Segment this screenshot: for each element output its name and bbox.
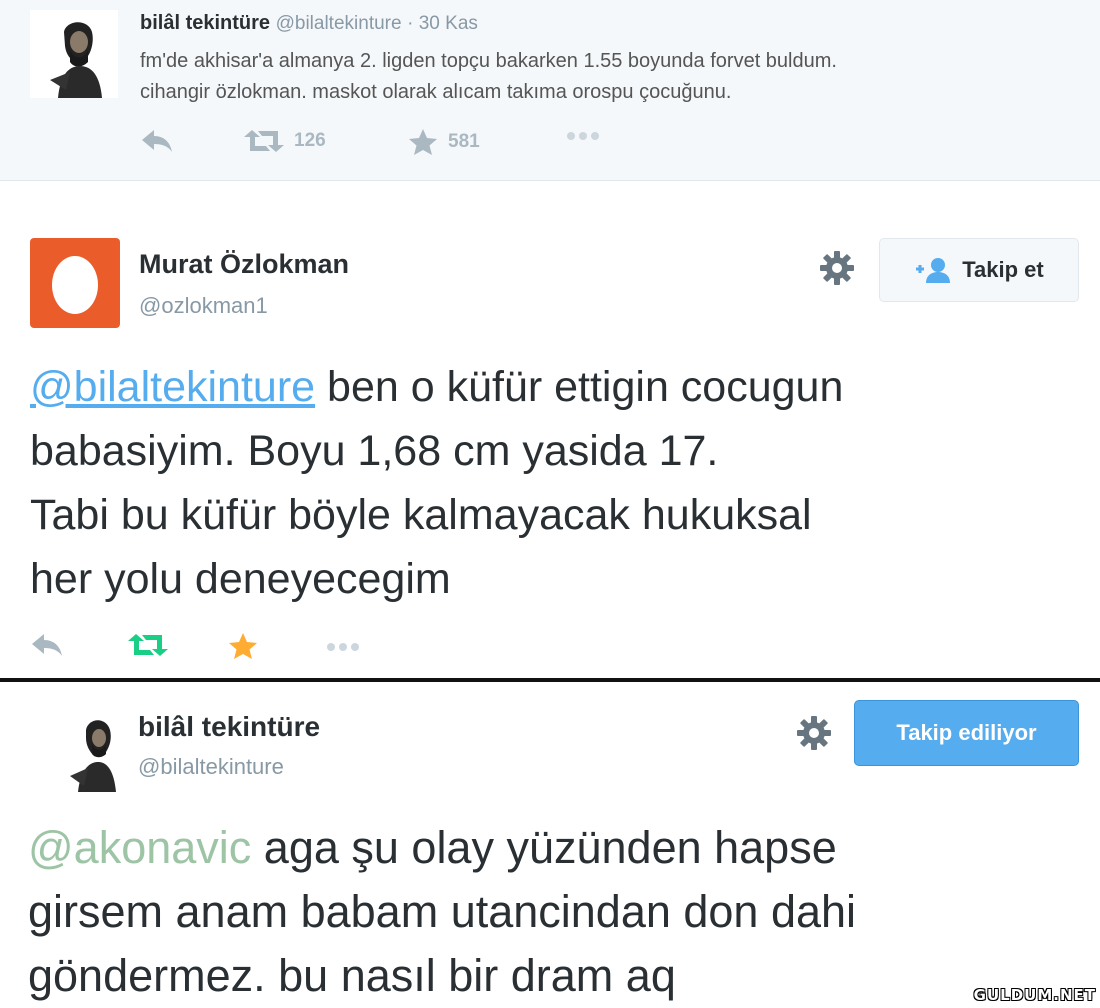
tweet-text-line: @bilaltekinture ben o küfür ettigin cocu… — [30, 355, 843, 419]
tweet-actions — [30, 632, 430, 662]
author-handle[interactable]: @bilaltekinture — [138, 754, 284, 780]
tweet-time[interactable]: · 30 Kas — [407, 13, 478, 34]
default-egg-icon — [52, 256, 98, 314]
follow-button[interactable]: Takip et — [879, 238, 1079, 302]
tweet-text: fm'de akhisar'a almanya 2. ligden topçu … — [140, 46, 1090, 108]
divider — [0, 678, 1100, 682]
reply-icon — [32, 634, 62, 656]
star-icon — [229, 633, 257, 659]
watermark: GULDUM.NET — [973, 986, 1096, 1004]
author-name[interactable]: Murat Özlokman — [139, 249, 349, 280]
retweet-icon — [244, 130, 284, 152]
author-handle[interactable]: @ozlokman1 — [139, 293, 268, 319]
gear-icon — [797, 716, 831, 750]
tweet-text-line: Tabi bu küfür böyle kalmayacak hukuksal — [30, 491, 812, 539]
following-button-label: Takip ediliyor — [896, 720, 1037, 745]
favorite-count: 581 — [448, 131, 480, 152]
settings-button[interactable] — [796, 715, 832, 756]
reply-icon — [142, 130, 172, 152]
reply-button[interactable] — [140, 128, 174, 154]
avatar-portrait-icon — [30, 10, 118, 98]
tweet-text-line: babasiyim. Boyu 1,68 cm yasida 17. — [30, 427, 719, 475]
tweet-text-line: cihangir özlokman. maskot olarak alıcam … — [140, 81, 732, 103]
follow-button-label: Takip et — [962, 257, 1044, 282]
tweet-text-segment: ben o küfür ettigin cocugun — [315, 363, 844, 411]
favorite-button[interactable] — [228, 632, 258, 660]
author-handle[interactable]: @bilaltekinture — [276, 13, 402, 34]
tweet-1: bilâl tekintüre @bilaltekinture · 30 Kas… — [0, 0, 1100, 181]
tweet-text-line: @akonavic aga şu olay yüzünden hapse — [28, 816, 856, 880]
settings-button[interactable] — [819, 250, 855, 291]
tweet-text-line: göndermez. bu nasıl bir dram aq — [28, 950, 676, 1001]
more-icon — [327, 643, 359, 651]
follow-user-icon — [916, 258, 951, 283]
tweet-text-line: girsem anam babam utancindan don dahi — [28, 886, 857, 937]
tweet-text-line: her yolu deneyecegim — [30, 555, 451, 603]
retweet-icon — [128, 634, 168, 656]
mention-link[interactable]: @akonavic — [28, 822, 251, 873]
tweet-text: @bilaltekinture ben o küfür ettigin cocu… — [30, 355, 843, 611]
retweet-button[interactable]: 126 — [244, 128, 326, 154]
avatar-portrait-icon — [70, 720, 116, 792]
retweet-count: 126 — [294, 130, 326, 151]
favorite-button[interactable]: 581 — [408, 128, 480, 156]
tweet-text-segment: aga şu olay yüzünden hapse — [251, 822, 837, 873]
tweet-text: @akonavic aga şu olay yüzünden hapse gir… — [28, 816, 856, 1008]
tweet-text-line: fm'de akhisar'a almanya 2. ligden topçu … — [140, 50, 837, 72]
more-button[interactable] — [324, 639, 362, 655]
retweet-button[interactable] — [128, 632, 168, 658]
tweet-header: bilâl tekintüre @bilaltekinture · 30 Kas — [140, 12, 478, 35]
star-icon — [409, 129, 437, 155]
more-button[interactable] — [564, 128, 602, 144]
mention-link[interactable]: @bilaltekinture — [30, 363, 315, 411]
author-name[interactable]: bilâl tekintüre — [140, 12, 270, 34]
author-name[interactable]: bilâl tekintüre — [138, 711, 320, 743]
more-icon — [567, 132, 599, 140]
following-button[interactable]: Takip ediliyor — [854, 700, 1079, 766]
avatar[interactable] — [64, 712, 128, 792]
gear-icon — [820, 251, 854, 285]
avatar[interactable] — [30, 10, 118, 98]
reply-button[interactable] — [30, 632, 64, 658]
avatar[interactable] — [30, 238, 120, 328]
